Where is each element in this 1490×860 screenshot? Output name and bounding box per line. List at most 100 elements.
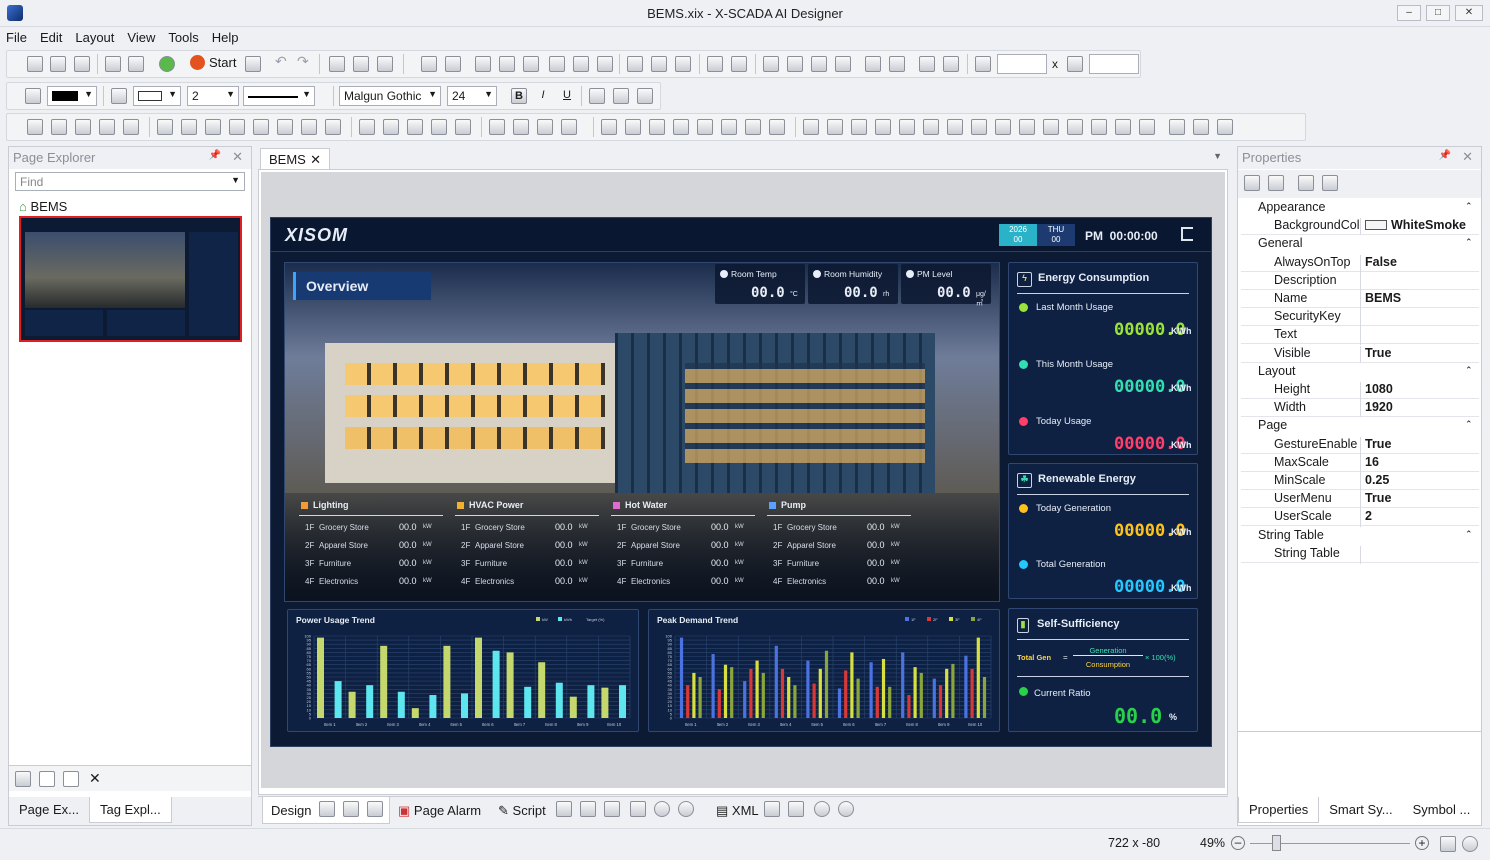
font-name-combo[interactable]: Malgun Gothic ▼ — [339, 86, 441, 106]
menu-edit[interactable]: Edit — [34, 27, 69, 45]
pin-icon[interactable]: 📌 — [209, 150, 221, 161]
fill-color-combo[interactable]: ▼ — [47, 86, 97, 106]
shield-icon[interactable] — [995, 119, 1011, 135]
tools-icon[interactable] — [630, 801, 646, 817]
bar-chart-icon[interactable] — [1217, 119, 1233, 135]
tag-icon[interactable] — [343, 801, 359, 817]
panel-icon[interactable] — [769, 119, 785, 135]
property-value[interactable]: 16 — [1360, 454, 1479, 473]
line-color-icon[interactable] — [111, 88, 127, 104]
same-width-icon[interactable] — [627, 56, 643, 72]
property-row[interactable]: MinScale 0.25 — [1241, 472, 1479, 491]
gauge-icon[interactable] — [649, 119, 665, 135]
property-row[interactable]: String Table — [1241, 545, 1479, 564]
gear-icon[interactable] — [1019, 119, 1035, 135]
property-row[interactable]: Text — [1241, 326, 1479, 346]
chart-icon[interactable] — [455, 119, 471, 135]
zoom-in-icon[interactable] — [654, 801, 670, 817]
property-row[interactable]: BackgroundColo WhiteSmoke — [1241, 217, 1479, 237]
property-row[interactable]: Width 1920 — [1241, 399, 1479, 419]
property-value[interactable]: False — [1360, 254, 1479, 273]
zoom-in-icon[interactable]: + — [1415, 836, 1429, 850]
zoom-out-icon[interactable] — [838, 801, 854, 817]
frame-icon[interactable] — [745, 119, 761, 135]
tab-xml[interactable]: ▤ XML — [716, 803, 759, 819]
label-icon[interactable] — [803, 119, 819, 135]
ungroup-icon[interactable] — [445, 56, 461, 72]
rotate-left-icon[interactable] — [919, 56, 935, 72]
property-row[interactable]: SecurityKey — [1241, 308, 1479, 328]
doc-tab-bems[interactable]: BEMS ✕ — [260, 148, 330, 169]
minimize-button[interactable]: – — [1397, 5, 1421, 21]
crescent-icon[interactable] — [325, 119, 341, 135]
polygon-line-icon[interactable] — [75, 119, 91, 135]
image-icon[interactable] — [15, 771, 31, 787]
property-group-page[interactable]: Page — [1241, 417, 1479, 436]
delete-icon[interactable]: ✕ — [89, 770, 101, 787]
list-icon[interactable] — [1139, 119, 1155, 135]
close-button[interactable]: ✕ — [1455, 5, 1483, 21]
italic-icon[interactable]: I — [535, 88, 551, 104]
property-value[interactable] — [1360, 327, 1479, 346]
hexagon-icon[interactable] — [229, 119, 245, 135]
new-page-icon[interactable] — [39, 771, 55, 787]
meter-icon[interactable] — [673, 119, 689, 135]
start-button[interactable]: Start — [190, 55, 236, 75]
fill-color-icon[interactable] — [25, 88, 41, 104]
property-pages-icon[interactable] — [1298, 175, 1314, 191]
triangle-icon[interactable] — [157, 119, 173, 135]
collapse-icon[interactable]: ⌃ — [1465, 201, 1473, 212]
send-back-icon[interactable] — [787, 56, 803, 72]
text-center-icon[interactable] — [613, 88, 629, 104]
flip-h-icon[interactable] — [865, 56, 881, 72]
property-group-layout[interactable]: Layout — [1241, 362, 1479, 381]
collapse-icon[interactable]: ⌃ — [1465, 419, 1473, 430]
curve-icon[interactable] — [99, 119, 115, 135]
text-icon[interactable] — [383, 119, 399, 135]
fit-page-icon[interactable] — [1440, 836, 1456, 852]
radio-icon[interactable] — [875, 119, 891, 135]
undo-icon[interactable]: ↶ — [275, 53, 291, 69]
gear-icon[interactable] — [319, 801, 335, 817]
tank-icon[interactable] — [601, 119, 617, 135]
rectangle-icon[interactable] — [181, 119, 197, 135]
align-left-icon[interactable] — [475, 56, 491, 72]
height-icon[interactable] — [1067, 56, 1083, 72]
property-value[interactable]: True — [1360, 345, 1479, 364]
cylinder-icon[interactable] — [697, 119, 713, 135]
pentagon-icon[interactable] — [205, 119, 221, 135]
zoom-out-icon[interactable]: – — [1231, 836, 1245, 850]
tree-root[interactable]: ⌂ BEMS — [19, 199, 67, 214]
zoom-thumb[interactable] — [1272, 835, 1281, 851]
collapse-icon[interactable]: ⌃ — [1465, 365, 1473, 376]
close-icon[interactable]: ✕ — [310, 152, 321, 168]
cut-icon[interactable] — [329, 56, 345, 72]
maximize-button[interactable]: □ — [1426, 5, 1450, 21]
text-right-icon[interactable] — [637, 88, 653, 104]
close-icon[interactable]: ✕ — [232, 149, 243, 165]
web-icon[interactable] — [1067, 119, 1083, 135]
property-value[interactable]: True — [1360, 491, 1479, 510]
line-icon[interactable] — [27, 119, 43, 135]
hmi-page[interactable]: XISOM 2026 00 THU 00 PM 00:00:00 Overview … — [270, 217, 1212, 747]
collapse-icon[interactable]: ⌃ — [1465, 529, 1473, 540]
property-value[interactable]: 0.25 — [1360, 473, 1479, 491]
property-row[interactable]: MaxScale 16 — [1241, 454, 1479, 473]
valve-icon[interactable] — [721, 119, 737, 135]
menu-view[interactable]: View — [121, 27, 162, 45]
property-value[interactable]: 2 — [1360, 509, 1479, 528]
property-row[interactable]: Description — [1241, 272, 1479, 291]
image-icon[interactable] — [367, 801, 383, 817]
property-value[interactable] — [1360, 309, 1479, 328]
width-input[interactable] — [997, 54, 1047, 74]
area-chart-icon[interactable] — [1193, 119, 1209, 135]
property-value[interactable]: True — [1360, 436, 1479, 455]
redo-icon[interactable]: ↷ — [297, 53, 313, 69]
property-value[interactable]: WhiteSmoke — [1360, 218, 1479, 237]
bring-front-icon[interactable] — [763, 56, 779, 72]
open-icon[interactable] — [556, 801, 572, 817]
property-value[interactable] — [1360, 272, 1479, 291]
save-all-icon[interactable] — [128, 56, 144, 72]
send-backward-icon[interactable] — [835, 56, 851, 72]
open-icon[interactable] — [50, 56, 66, 72]
